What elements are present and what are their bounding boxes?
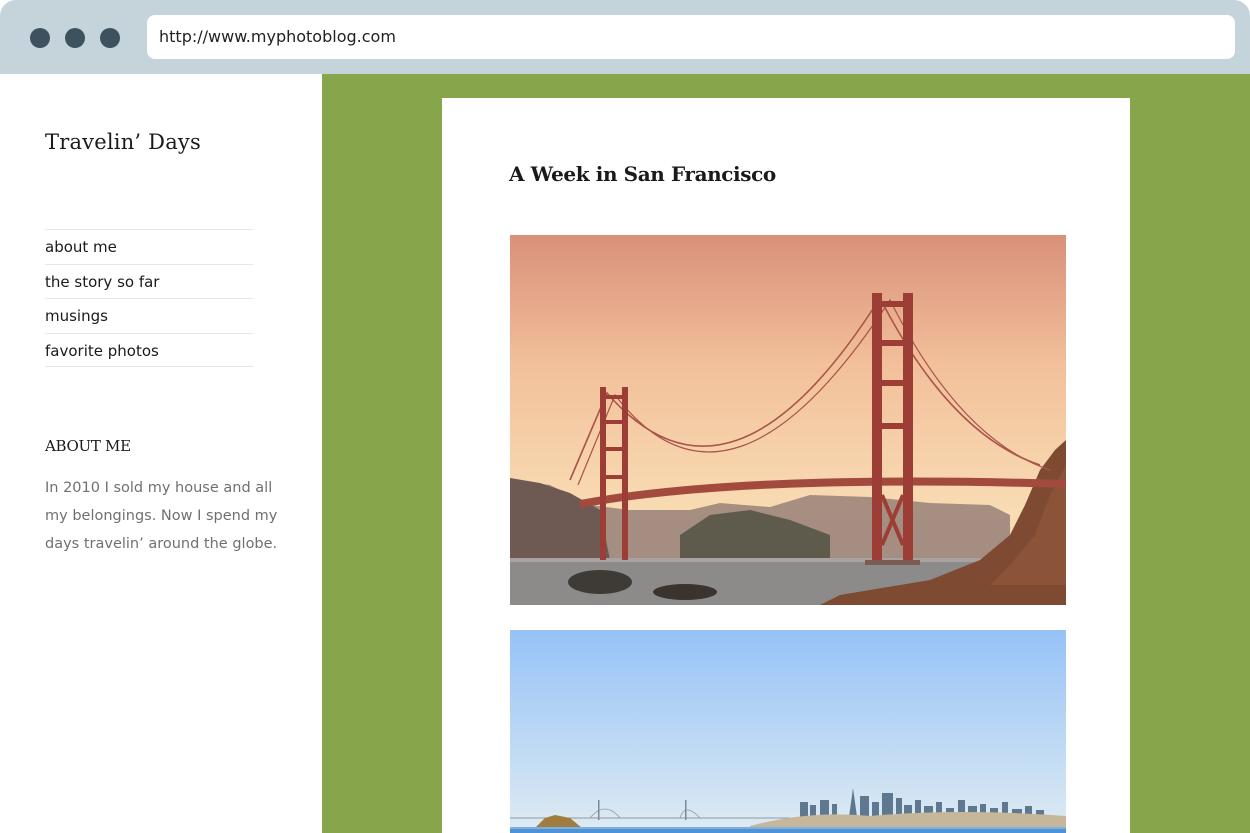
widget-text: In 2010 I sold my house and all my belon… [45,480,278,552]
post-title[interactable]: A Week in San Francisco [509,162,776,186]
nav-item-about-me[interactable]: about me [45,229,253,264]
browser-toolbar: http://www.myphotoblog.com [0,0,1250,74]
nav-item-favorite-photos[interactable]: favorite photos [45,332,253,367]
window-dot-icon[interactable] [65,28,85,48]
skyline-photo[interactable] [510,630,1066,833]
nav-item-story-so-far[interactable]: the story so far [45,263,253,299]
site-title[interactable]: Travelin’ Days [45,130,201,154]
window-dot-icon[interactable] [100,28,120,48]
nav-item-musings[interactable]: musings [45,298,253,333]
golden-gate-image [510,235,1066,605]
widget-title: ABOUT ME [45,437,131,455]
sidebar: Travelin’ Days about me the story so far… [0,74,322,833]
post-card: A Week in San Francisco [442,98,1130,833]
skyline-image [510,630,1066,833]
golden-gate-photo[interactable] [510,235,1066,605]
sidebar-nav: about me the story so far musings favori… [45,229,253,367]
address-bar[interactable]: http://www.myphotoblog.com [147,15,1235,59]
window-dot-icon[interactable] [30,28,50,48]
